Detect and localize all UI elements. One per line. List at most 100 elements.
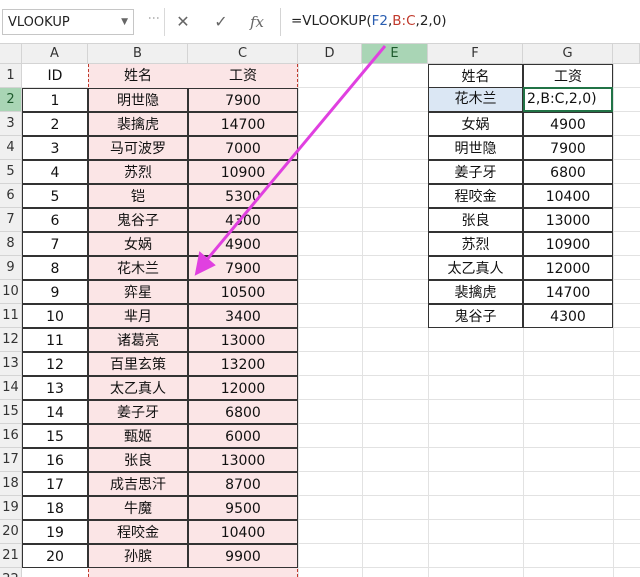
- left-table-cell[interactable]: 马可波罗: [88, 136, 188, 160]
- row-header-14[interactable]: 14: [0, 376, 22, 400]
- row-header-11[interactable]: 11: [0, 304, 22, 328]
- left-table-cell[interactable]: 16: [22, 448, 88, 472]
- row-header-16[interactable]: 16: [0, 424, 22, 448]
- right-table-cell[interactable]: 鬼谷子: [428, 304, 523, 328]
- enter-icon[interactable]: ✓: [210, 11, 232, 33]
- right-table-cell[interactable]: 6800: [523, 160, 613, 184]
- right-table-cell[interactable]: 10400: [523, 184, 613, 208]
- left-table-cell[interactable]: 7900: [188, 256, 298, 280]
- left-table-cell[interactable]: 6800: [188, 400, 298, 424]
- left-table-cell[interactable]: 10500: [188, 280, 298, 304]
- left-table-cell[interactable]: 张良: [88, 448, 188, 472]
- row-header-7[interactable]: 7: [0, 208, 22, 232]
- column-header-d[interactable]: D: [298, 44, 362, 64]
- select-all-corner[interactable]: [0, 44, 22, 64]
- row-header-13[interactable]: 13: [0, 352, 22, 376]
- left-table-cell[interactable]: 芈月: [88, 304, 188, 328]
- column-header-g[interactable]: G: [523, 44, 613, 64]
- left-table-cell[interactable]: 弈星: [88, 280, 188, 304]
- right-table-cell[interactable]: 14700: [523, 280, 613, 304]
- left-table-cell[interactable]: 程咬金: [88, 520, 188, 544]
- left-table-cell[interactable]: 9900: [188, 544, 298, 568]
- left-table-cell[interactable]: 9500: [188, 496, 298, 520]
- left-table-cell[interactable]: 太乙真人: [88, 376, 188, 400]
- left-table-cell[interactable]: 12000: [188, 376, 298, 400]
- right-table-header-cell[interactable]: 工资: [523, 64, 613, 88]
- column-header-h[interactable]: [613, 44, 640, 64]
- row-header-21[interactable]: 21: [0, 544, 22, 568]
- left-table-cell[interactable]: 13200: [188, 352, 298, 376]
- left-table-cell[interactable]: 10900: [188, 160, 298, 184]
- left-table-cell[interactable]: 8700: [188, 472, 298, 496]
- left-table-cell[interactable]: 7000: [188, 136, 298, 160]
- name-box[interactable]: VLOOKUP ▼: [2, 9, 134, 35]
- left-table-cell[interactable]: 1: [22, 88, 88, 112]
- left-table-cell[interactable]: 4900: [188, 232, 298, 256]
- left-table-cell[interactable]: 20: [22, 544, 88, 568]
- column-header-a[interactable]: A: [22, 44, 88, 64]
- right-table-cell[interactable]: 明世隐: [428, 136, 523, 160]
- row-header-4[interactable]: 4: [0, 136, 22, 160]
- left-table-cell[interactable]: 19: [22, 520, 88, 544]
- left-table-cell[interactable]: 10400: [188, 520, 298, 544]
- column-header-e[interactable]: E: [362, 44, 428, 64]
- row-header-19[interactable]: 19: [0, 496, 22, 520]
- right-table-cell[interactable]: 12000: [523, 256, 613, 280]
- left-table-cell[interactable]: 15: [22, 424, 88, 448]
- left-table-cell[interactable]: 3: [22, 136, 88, 160]
- left-table-cell[interactable]: 苏烈: [88, 160, 188, 184]
- left-table-cell[interactable]: 女娲: [88, 232, 188, 256]
- column-header-b[interactable]: B: [88, 44, 188, 64]
- left-table-header-cell[interactable]: ID: [22, 64, 88, 88]
- left-table-cell[interactable]: 6000: [188, 424, 298, 448]
- chevron-down-icon[interactable]: ▼: [121, 17, 128, 27]
- row-header-17[interactable]: 17: [0, 448, 22, 472]
- formula-input[interactable]: =VLOOKUP(F2,B:C,2,0): [280, 8, 638, 36]
- right-table-cell[interactable]: 裴擒虎: [428, 280, 523, 304]
- right-table-cell[interactable]: 7900: [523, 136, 613, 160]
- row-header-5[interactable]: 5: [0, 160, 22, 184]
- left-table-cell[interactable]: 孙膑: [88, 544, 188, 568]
- left-table-cell[interactable]: 13000: [188, 328, 298, 352]
- left-table-cell[interactable]: 甄姬: [88, 424, 188, 448]
- left-table-cell[interactable]: 牛魔: [88, 496, 188, 520]
- left-table-cell[interactable]: 13: [22, 376, 88, 400]
- left-table-header-cell[interactable]: 姓名: [88, 64, 188, 88]
- column-header-f[interactable]: F: [428, 44, 523, 64]
- row-header-6[interactable]: 6: [0, 184, 22, 208]
- row-header-8[interactable]: 8: [0, 232, 22, 256]
- right-table-cell[interactable]: 苏烈: [428, 232, 523, 256]
- left-table-cell[interactable]: 4300: [188, 208, 298, 232]
- row-header-20[interactable]: 20: [0, 520, 22, 544]
- right-table-cell[interactable]: 程咬金: [428, 184, 523, 208]
- left-table-cell[interactable]: 13000: [188, 448, 298, 472]
- left-table-cell[interactable]: 诸葛亮: [88, 328, 188, 352]
- row-header-22[interactable]: 22: [0, 568, 22, 577]
- left-table-cell[interactable]: 百里玄策: [88, 352, 188, 376]
- left-table-header-cell[interactable]: 工资: [188, 64, 298, 88]
- left-table-cell[interactable]: 18: [22, 496, 88, 520]
- left-table-cell[interactable]: 14: [22, 400, 88, 424]
- left-table-cell[interactable]: 12: [22, 352, 88, 376]
- column-header-c[interactable]: C: [188, 44, 298, 64]
- left-table-cell[interactable]: 10: [22, 304, 88, 328]
- row-header-18[interactable]: 18: [0, 472, 22, 496]
- left-table-cell[interactable]: 裴擒虎: [88, 112, 188, 136]
- left-table-cell[interactable]: 5: [22, 184, 88, 208]
- row-header-12[interactable]: 12: [0, 328, 22, 352]
- right-table-cell[interactable]: 13000: [523, 208, 613, 232]
- left-table-cell[interactable]: 7: [22, 232, 88, 256]
- row-header-15[interactable]: 15: [0, 400, 22, 424]
- left-table-cell[interactable]: 3400: [188, 304, 298, 328]
- row-header-1[interactable]: 1: [0, 64, 22, 88]
- left-table-cell[interactable]: 14700: [188, 112, 298, 136]
- right-table-cell[interactable]: 10900: [523, 232, 613, 256]
- left-table-cell[interactable]: 2: [22, 112, 88, 136]
- left-table-cell[interactable]: 17: [22, 472, 88, 496]
- right-table-cell[interactable]: 女娲: [428, 112, 523, 136]
- left-table-cell[interactable]: 7900: [188, 88, 298, 112]
- right-table-header-cell[interactable]: 姓名: [428, 64, 523, 88]
- right-table-cell[interactable]: 张良: [428, 208, 523, 232]
- left-table-cell[interactable]: 明世隐: [88, 88, 188, 112]
- left-table-cell[interactable]: 铠: [88, 184, 188, 208]
